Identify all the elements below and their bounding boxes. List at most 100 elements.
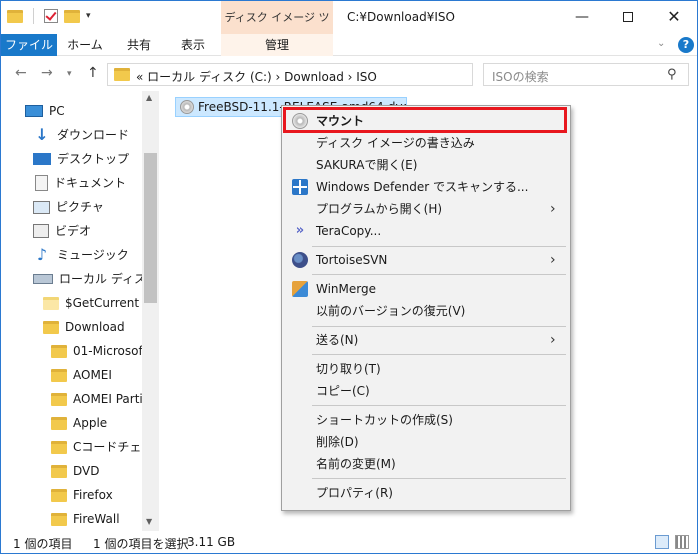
teracopy-icon: » — [295, 223, 305, 238]
recent-locations-chevron-icon[interactable]: ▾ — [67, 69, 72, 79]
menu-item-restore-previous-versions[interactable]: 以前のバージョンの復元(V) — [284, 300, 568, 322]
menu-item-cut[interactable]: 切り取り(T) — [284, 358, 568, 380]
menu-item-open-with[interactable]: プログラムから開く(H) › — [284, 198, 568, 220]
menu-item-copy[interactable]: コピー(C) — [284, 380, 568, 402]
folder-icon — [51, 512, 67, 526]
address-path[interactable]: « ローカル ディスク (C:) › Download › ISO — [136, 68, 377, 85]
explorer-window: ▾ ディスク イメージ ツール C:¥Download¥ISO — ✕ ファイル… — [0, 0, 698, 554]
tree-item-dvd[interactable]: DVD — [51, 459, 99, 483]
menu-separator — [312, 246, 566, 247]
tree-item-label: ピクチャ — [56, 200, 104, 214]
menu-item-properties[interactable]: プロパティ(R) — [284, 482, 568, 504]
menu-separator — [312, 274, 566, 275]
menu-item-open-with-sakura[interactable]: SAKURAで開く(E) — [284, 154, 568, 176]
menu-item-teracopy[interactable]: » TeraCopy... — [284, 220, 568, 242]
disc-image-icon — [180, 100, 194, 114]
menu-item-label: Windows Defender でスキャンする... — [316, 180, 529, 194]
navigation-pane-scrollbar[interactable]: ▲ ▼ — [142, 91, 159, 531]
menu-item-label: コピー(C) — [316, 384, 370, 398]
menu-separator — [312, 405, 566, 406]
tree-item-pictures[interactable]: ピクチャ — [33, 195, 104, 219]
tree-item-label: AOMEI Partiti — [73, 392, 151, 406]
tree-item-label: AOMEI — [73, 368, 112, 382]
menu-item-delete[interactable]: 削除(D) — [284, 431, 568, 453]
menu-item-tortoisesvn[interactable]: TortoiseSVN › — [284, 249, 568, 271]
menu-item-burn-disc-image[interactable]: ディスク イメージの書き込み — [284, 132, 568, 154]
tree-item-pc[interactable]: PC — [25, 99, 65, 123]
tree-item-label: ビデオ — [55, 224, 92, 238]
expand-ribbon-chevron-icon[interactable]: ⌄ — [657, 38, 665, 49]
selected-size: 3.11 GB — [187, 535, 236, 549]
menu-item-create-shortcut[interactable]: ショートカットの作成(S) — [284, 409, 568, 431]
selected-count: 1 個の項目を選択 — [93, 537, 189, 551]
tab-share[interactable]: 共有 — [113, 34, 165, 56]
large-icons-view-icon[interactable] — [675, 535, 689, 549]
tree-item-getcurrent[interactable]: $GetCurrent — [43, 291, 139, 315]
details-view-icon[interactable] — [655, 535, 669, 549]
menu-item-rename[interactable]: 名前の変更(M) — [284, 453, 568, 475]
folder-icon — [7, 9, 23, 23]
tab-manage[interactable]: 管理 — [221, 34, 333, 56]
tree-item-firewall[interactable]: FireWall — [51, 507, 120, 531]
item-count: 1 個の項目 — [13, 537, 73, 551]
tree-item-local-disk[interactable]: ローカル ディスク (C — [33, 267, 159, 291]
winmerge-icon — [292, 281, 308, 297]
properties-check-icon[interactable] — [44, 9, 58, 23]
folder-icon — [51, 464, 67, 478]
search-box[interactable]: ISOの検索 ⚲ — [483, 63, 689, 86]
menu-item-label: 送る(N) — [316, 333, 359, 347]
tab-view[interactable]: 表示 — [167, 34, 219, 56]
menu-separator — [312, 478, 566, 479]
new-folder-icon[interactable] — [64, 9, 80, 23]
tab-home[interactable]: ホーム — [59, 34, 111, 56]
tree-item-download[interactable]: Download — [43, 315, 125, 339]
menu-item-label: WinMerge — [316, 282, 376, 296]
ribbon-tabs: ファイル ホーム 共有 表示 管理 ⌄ ? — [1, 34, 697, 56]
customize-toolbar-dropdown-icon[interactable]: ▾ — [86, 11, 91, 21]
search-icon[interactable]: ⚲ — [667, 67, 677, 82]
tree-item-documents[interactable]: ドキュメント — [33, 171, 126, 195]
scroll-up-icon[interactable]: ▲ — [146, 93, 152, 102]
help-icon[interactable]: ? — [678, 37, 694, 53]
video-icon — [33, 224, 49, 238]
menu-item-send-to[interactable]: 送る(N) › — [284, 329, 568, 351]
tree-item-music[interactable]: ♪ ミュージック — [33, 243, 129, 267]
mount-highlight-box — [283, 107, 567, 133]
menu-item-label: 名前の変更(M) — [316, 457, 396, 471]
tree-item-videos[interactable]: ビデオ — [33, 219, 91, 243]
scroll-down-icon[interactable]: ▼ — [146, 517, 152, 526]
maximize-icon — [623, 12, 633, 22]
search-input[interactable]: ISOの検索 — [492, 68, 549, 85]
menu-item-defender-scan[interactable]: Windows Defender でスキャンする... — [284, 176, 568, 198]
back-arrow-icon[interactable]: ← — [15, 65, 27, 81]
drive-icon — [33, 274, 53, 284]
folder-icon — [51, 440, 67, 454]
address-bar[interactable]: « ローカル ディスク (C:) › Download › ISO ▾ ↻ — [107, 63, 574, 86]
forward-arrow-icon[interactable]: → — [41, 65, 53, 81]
desktop-icon — [33, 153, 51, 165]
title-bar: ▾ ディスク イメージ ツール C:¥Download¥ISO — ✕ — [1, 1, 697, 57]
menu-item-label: TortoiseSVN — [316, 253, 388, 267]
status-bar: 1 個の項目 1 個の項目を選択 3.11 GB — [1, 531, 697, 553]
maximize-button[interactable] — [605, 1, 651, 33]
picture-icon — [33, 200, 50, 214]
folder-icon — [43, 296, 59, 310]
tree-item-downloads[interactable]: ↓ ダウンロード — [33, 123, 129, 147]
scrollbar-thumb[interactable] — [144, 153, 157, 303]
tree-item-aomei-partition[interactable]: AOMEI Partiti — [51, 387, 151, 411]
menu-item-winmerge[interactable]: WinMerge — [284, 278, 568, 300]
tree-item-apple[interactable]: Apple — [51, 411, 107, 435]
menu-item-label: プロパティ(R) — [316, 486, 393, 500]
up-arrow-icon[interactable]: ↑ — [87, 65, 99, 81]
close-button[interactable]: ✕ — [651, 1, 697, 33]
tree-item-aomei[interactable]: AOMEI — [51, 363, 112, 387]
folder-icon — [51, 392, 67, 406]
tab-file[interactable]: ファイル — [1, 34, 57, 56]
tree-item-firefox[interactable]: Firefox — [51, 483, 113, 507]
tree-item-label: Firefox — [73, 488, 113, 502]
tree-item-01-microsoft[interactable]: 01-Microsoft — [51, 339, 147, 363]
minimize-button[interactable]: — — [559, 1, 605, 33]
tree-item-desktop[interactable]: デスクトップ — [33, 147, 129, 171]
menu-item-label: TeraCopy... — [316, 224, 382, 238]
tortoisesvn-icon — [292, 252, 308, 268]
